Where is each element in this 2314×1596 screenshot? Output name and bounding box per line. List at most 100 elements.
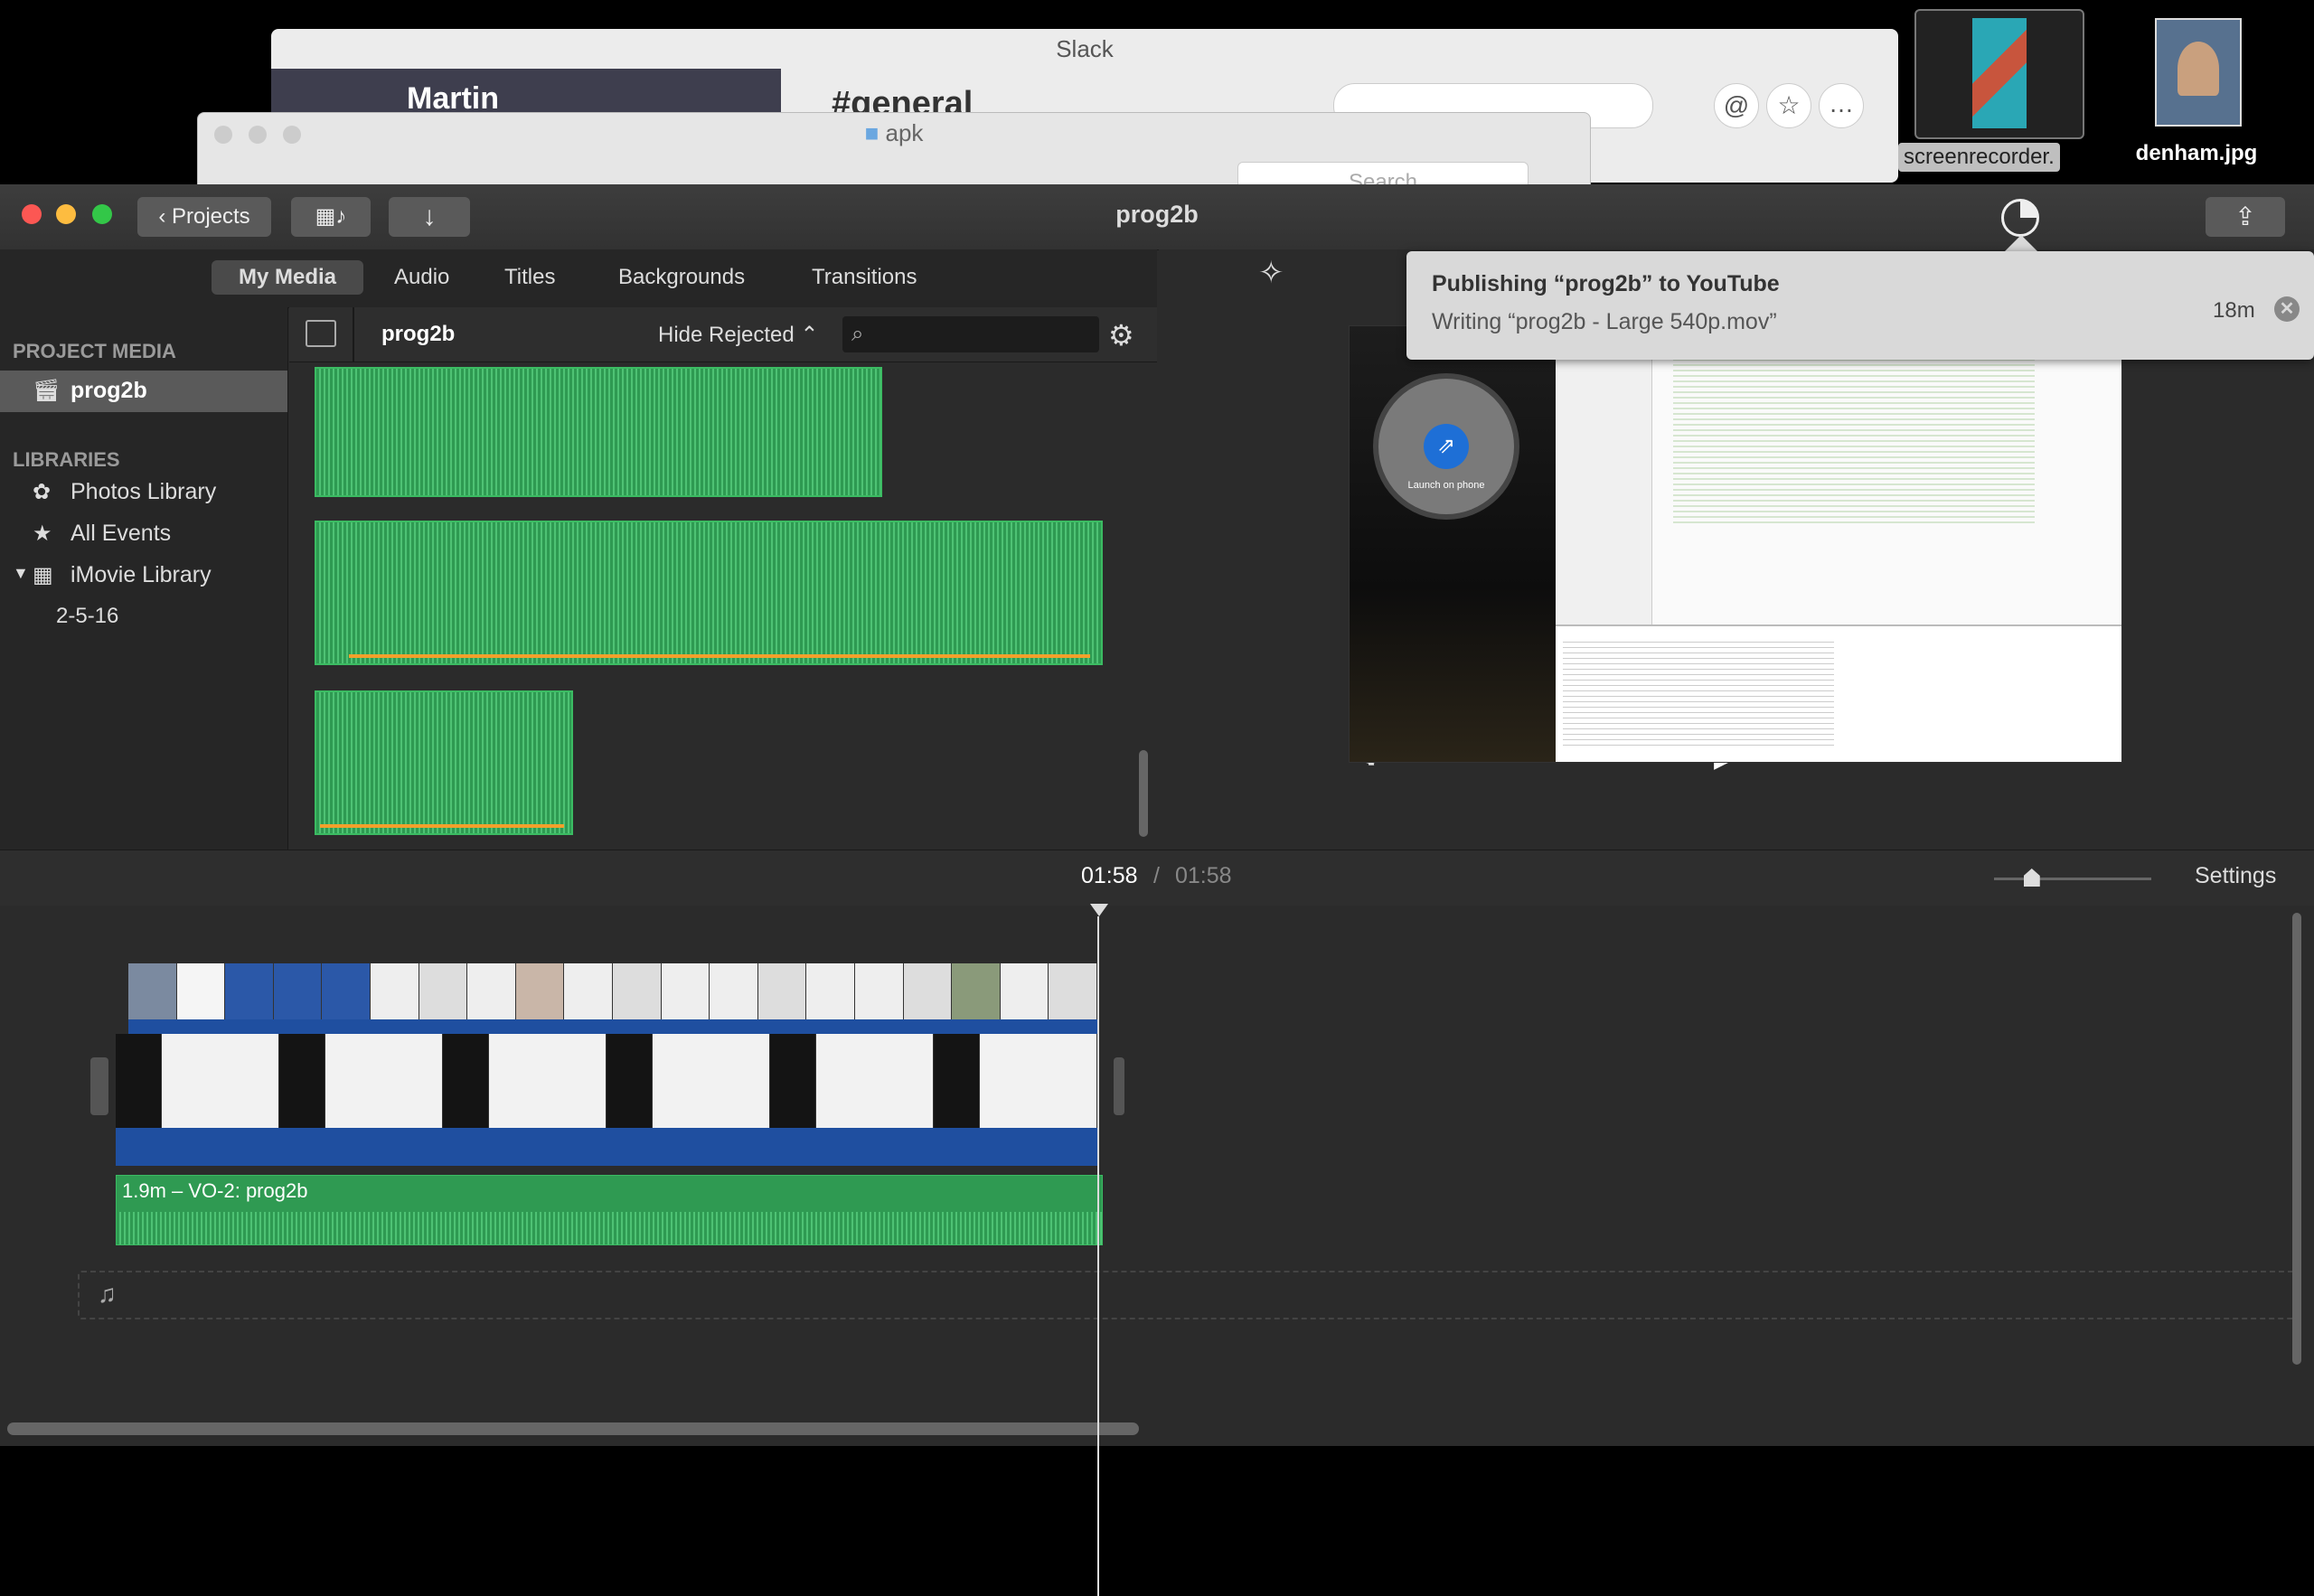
zoom-slider-track[interactable] [1994,878,2151,880]
time-separator: / [1153,863,1160,888]
right-trim-handle[interactable] [1114,1057,1124,1115]
mention-icon[interactable]: @ [1714,83,1759,128]
main-video-clip[interactable] [116,1034,1097,1166]
finder-zoom-light [283,126,301,144]
title-bar: ‹ Projects ▦♪ ↓ prog2b ⇪ [0,184,2314,250]
favorite-range-bar [320,824,564,828]
playhead[interactable] [1097,916,1099,1596]
import-button[interactable]: ↓ [389,197,470,237]
tab-transitions[interactable]: Transitions [785,260,944,295]
window-title: prog2b [1115,201,1199,228]
notification-time: 18m [2213,298,2255,323]
slack-window-title: Slack [1056,35,1114,62]
gear-icon[interactable]: ⚙ [1108,318,1134,352]
progress-pie-icon[interactable] [2001,199,2039,237]
audio-waveform [117,1212,1102,1244]
sidebar-item-all-events[interactable]: All Events [71,521,171,547]
zoom-button[interactable] [92,204,112,224]
media-library-toggle[interactable]: ▦♪ [291,197,371,237]
finder-close-light [214,126,232,144]
terminal-panel [1556,624,2121,762]
disclosure-triangle-icon[interactable]: ▼ [13,564,29,583]
publishing-notification: Publishing “prog2b” to YouTube Writing “… [1406,251,2314,360]
horizontal-scrollbar[interactable] [7,1422,1139,1435]
minimize-button[interactable] [56,204,76,224]
sidebar-toggle-icon[interactable] [306,320,336,347]
file-label: denham.jpg [2135,141,2258,165]
more-icon[interactable]: … [1819,83,1864,128]
close-button[interactable] [22,204,42,224]
notification-detail: Writing “prog2b - Large 540p.mov” [1432,309,1777,334]
watch-face: ⇗ Launch on phone [1373,373,1519,520]
image-file-icon[interactable] [2155,18,2242,127]
video-frame: ⇗ Launch on phone [1349,325,2122,763]
browser-header: prog2b Hide Rejected ⌃ ⌕ ⚙ [289,307,1157,362]
open-external-icon: ⇗ [1424,424,1469,469]
time-bar: 01:58 / 01:58 Settings [0,850,2314,907]
arrow-down-icon: ↓ [422,202,437,231]
magic-wand-icon[interactable]: ✧ [1258,255,1284,291]
clip-thumbnails [128,963,1097,1019]
finder-minimize-light [249,126,267,144]
audio-clip[interactable] [315,690,573,835]
star-icon[interactable]: ☆ [1766,83,1811,128]
clip-thumbnails [116,1034,1097,1128]
terminal-lines [1563,637,1834,746]
search-icon: ⌕ [851,322,864,346]
browser-title: prog2b [381,322,456,346]
tab-my-media[interactable]: My Media [212,260,364,295]
star-box-icon: ★ [33,521,52,546]
share-icon: ⇪ [2234,202,2256,230]
audio-clip[interactable] [315,367,882,497]
divider [353,307,354,361]
film-music-icon: ▦♪ [315,204,347,229]
voiceover-clip[interactable]: 1.9m – VO-2: prog2b [116,1175,1103,1245]
vertical-scrollbar[interactable] [2292,913,2301,1365]
tab-titles[interactable]: Titles [477,260,582,295]
sidebar-item-project[interactable]: 🎬︎ prog2b [0,371,287,412]
media-browser: prog2b Hide Rejected ⌃ ⌕ ⚙ [289,307,1157,850]
cancel-icon[interactable]: ✕ [2274,296,2300,322]
thumbnail-label: screenrecorder. [1898,143,2060,172]
updown-icon: ⌃ [800,323,819,347]
music-track[interactable]: ♫ [78,1271,2296,1319]
sidebar-item-event[interactable]: 2-5-16 [56,604,118,629]
emulator-panel: ⇗ Launch on phone [1350,326,1556,762]
photos-icon: ✿ [33,480,52,504]
audio-clip[interactable] [315,521,1103,665]
browser-scrollbar[interactable] [1139,750,1148,837]
portrait-image [2178,42,2219,96]
sidebar-item-imovie-library[interactable]: iMovie Library [71,562,212,588]
code-editor-screenshot [1556,326,2121,624]
finder-title: ■ apk [864,119,924,146]
filter-dropdown[interactable]: Hide Rejected ⌃ [658,322,819,348]
zoom-slider-thumb[interactable] [2023,868,2040,887]
project-tree [1556,326,1652,624]
libraries-header: LIBRARIES [13,448,120,471]
music-note-icon: ♫ [98,1280,117,1308]
chevron-left-icon: ‹ [158,204,172,229]
projects-button[interactable]: ‹ Projects [137,197,271,237]
tab-backgrounds[interactable]: Backgrounds [591,260,772,295]
thumbnail-image [1972,18,2027,128]
left-trim-handle[interactable] [90,1057,108,1115]
current-time: 01:58 [1081,863,1138,888]
screen-recording-thumbnail[interactable] [1914,9,2084,139]
notification-title: Publishing “prog2b” to YouTube [1432,271,1780,296]
playhead-marker[interactable] [1090,904,1108,916]
total-time: 01:58 [1175,863,1232,888]
sidebar-item-photos-library[interactable]: Photos Library [71,479,216,505]
settings-button[interactable]: Settings [2195,863,2276,889]
browser-tabs: My Media Audio Titles Backgrounds Transi… [0,249,1157,308]
project-media-header: PROJECT MEDIA [13,340,176,362]
share-button[interactable]: ⇪ [2206,197,2285,237]
library-sidebar: PROJECT MEDIA 🎬︎ prog2b LIBRARIES ✿ Phot… [0,307,288,850]
tab-audio[interactable]: Audio [367,260,476,295]
library-grid-icon: ▦ [33,563,53,587]
search-input[interactable]: ⌕ [842,316,1099,352]
folder-icon: ■ [864,119,880,146]
imovie-window: ‹ Projects ▦♪ ↓ prog2b ⇪ My Media Audio … [0,184,2314,1596]
clapper-icon: 🎬︎ [33,379,61,403]
popover-arrow [2005,235,2037,251]
timeline: 1.9m – VO-2: prog2b ♫ [0,906,2314,1446]
